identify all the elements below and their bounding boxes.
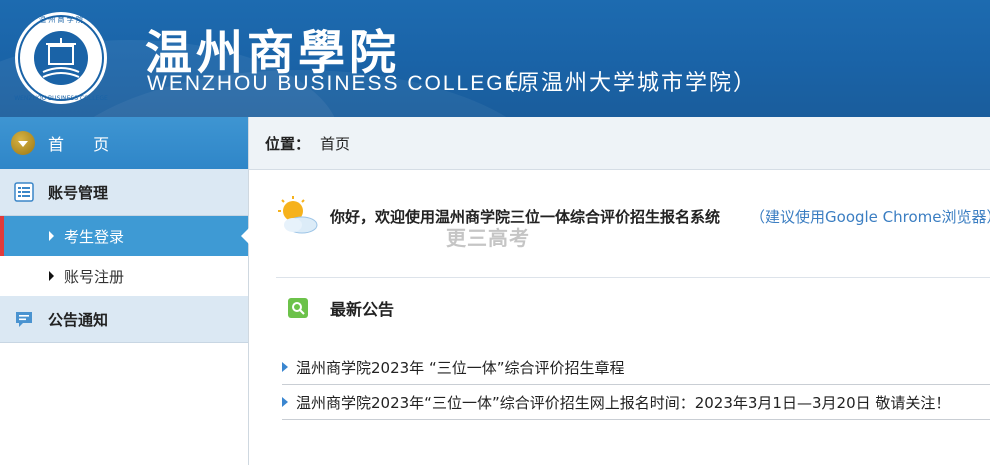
sidebar-item-label: 账号注册 bbox=[64, 267, 125, 286]
list-icon bbox=[14, 182, 34, 202]
news-title: 最新公告 bbox=[330, 300, 395, 319]
news-item-link[interactable]: 温州商学院2023年“三位一体”综合评价招生网上报名时间：2023年3月1日—3… bbox=[296, 392, 950, 413]
caret-right-icon bbox=[282, 362, 288, 372]
college-former-name: （原温州大学城市学院） bbox=[493, 71, 758, 96]
caret-right-icon bbox=[282, 397, 288, 407]
college-name-en: WENZHOU BUSINESS COLLEGE bbox=[147, 72, 521, 95]
news-list: 温州商学院2023年 “三位一体”综合评价招生章程 温州商学院2023年“三位一… bbox=[282, 350, 990, 420]
breadcrumb-label: 位置： bbox=[265, 134, 311, 153]
site-header: 温 州 商 学 院 WENZHOU BUSINESS COLLEGE 温州商學院… bbox=[0, 0, 990, 117]
college-logo-icon: 温 州 商 学 院 WENZHOU BUSINESS COLLEGE bbox=[14, 12, 108, 104]
sidebar-item-candidate-login[interactable]: 考生登录 bbox=[0, 216, 249, 256]
divider bbox=[276, 277, 990, 278]
sidebar-item-account-register[interactable]: 账号注册 bbox=[0, 256, 248, 296]
browser-hint: （建议使用Google Chrome浏览器） bbox=[750, 207, 990, 226]
news-item[interactable]: 温州商学院2023年“三位一体”综合评价招生网上报名时间：2023年3月1日—3… bbox=[282, 385, 990, 420]
search-icon bbox=[288, 298, 308, 318]
news-item-link[interactable]: 温州商学院2023年 “三位一体”综合评价招生章程 bbox=[296, 357, 625, 378]
breadcrumb-current[interactable]: 首页 bbox=[320, 133, 350, 154]
sidebar-home[interactable]: 首 页 bbox=[0, 117, 248, 169]
svg-text:温 州 商 学 院: 温 州 商 学 院 bbox=[39, 15, 83, 24]
sidebar-group-label: 公告通知 bbox=[48, 310, 109, 329]
sidebar-group-announcements[interactable]: 公告通知 bbox=[0, 296, 248, 343]
sidebar-group-label: 账号管理 bbox=[48, 183, 109, 202]
watermark: 更三高考 bbox=[446, 226, 530, 250]
welcome-banner: 你好，欢迎使用温州商学院三位一体综合评价招生报名系统 （建议使用Google C… bbox=[276, 196, 990, 236]
news-item[interactable]: 温州商学院2023年 “三位一体”综合评价招生章程 bbox=[282, 350, 990, 385]
svg-text:WENZHOU BUSINESS COLLEGE: WENZHOU BUSINESS COLLEGE bbox=[14, 95, 108, 102]
breadcrumb: 位置： 首页 bbox=[249, 117, 990, 170]
sidebar: 首 页 账号管理 考生登录 账号注册 公告通知 bbox=[0, 117, 249, 465]
caret-right-icon bbox=[49, 271, 54, 281]
chat-icon bbox=[16, 312, 32, 327]
sidebar-home-label: 首 页 bbox=[48, 135, 112, 154]
active-notch bbox=[241, 228, 249, 244]
chevron-down-icon bbox=[11, 131, 35, 155]
sidebar-group-account[interactable]: 账号管理 bbox=[0, 169, 248, 216]
sidebar-item-label: 考生登录 bbox=[64, 227, 125, 246]
sun-cloud-icon bbox=[278, 196, 318, 234]
active-marker bbox=[0, 216, 4, 256]
caret-right-icon bbox=[49, 231, 54, 241]
news-header: 最新公告 bbox=[288, 296, 394, 320]
